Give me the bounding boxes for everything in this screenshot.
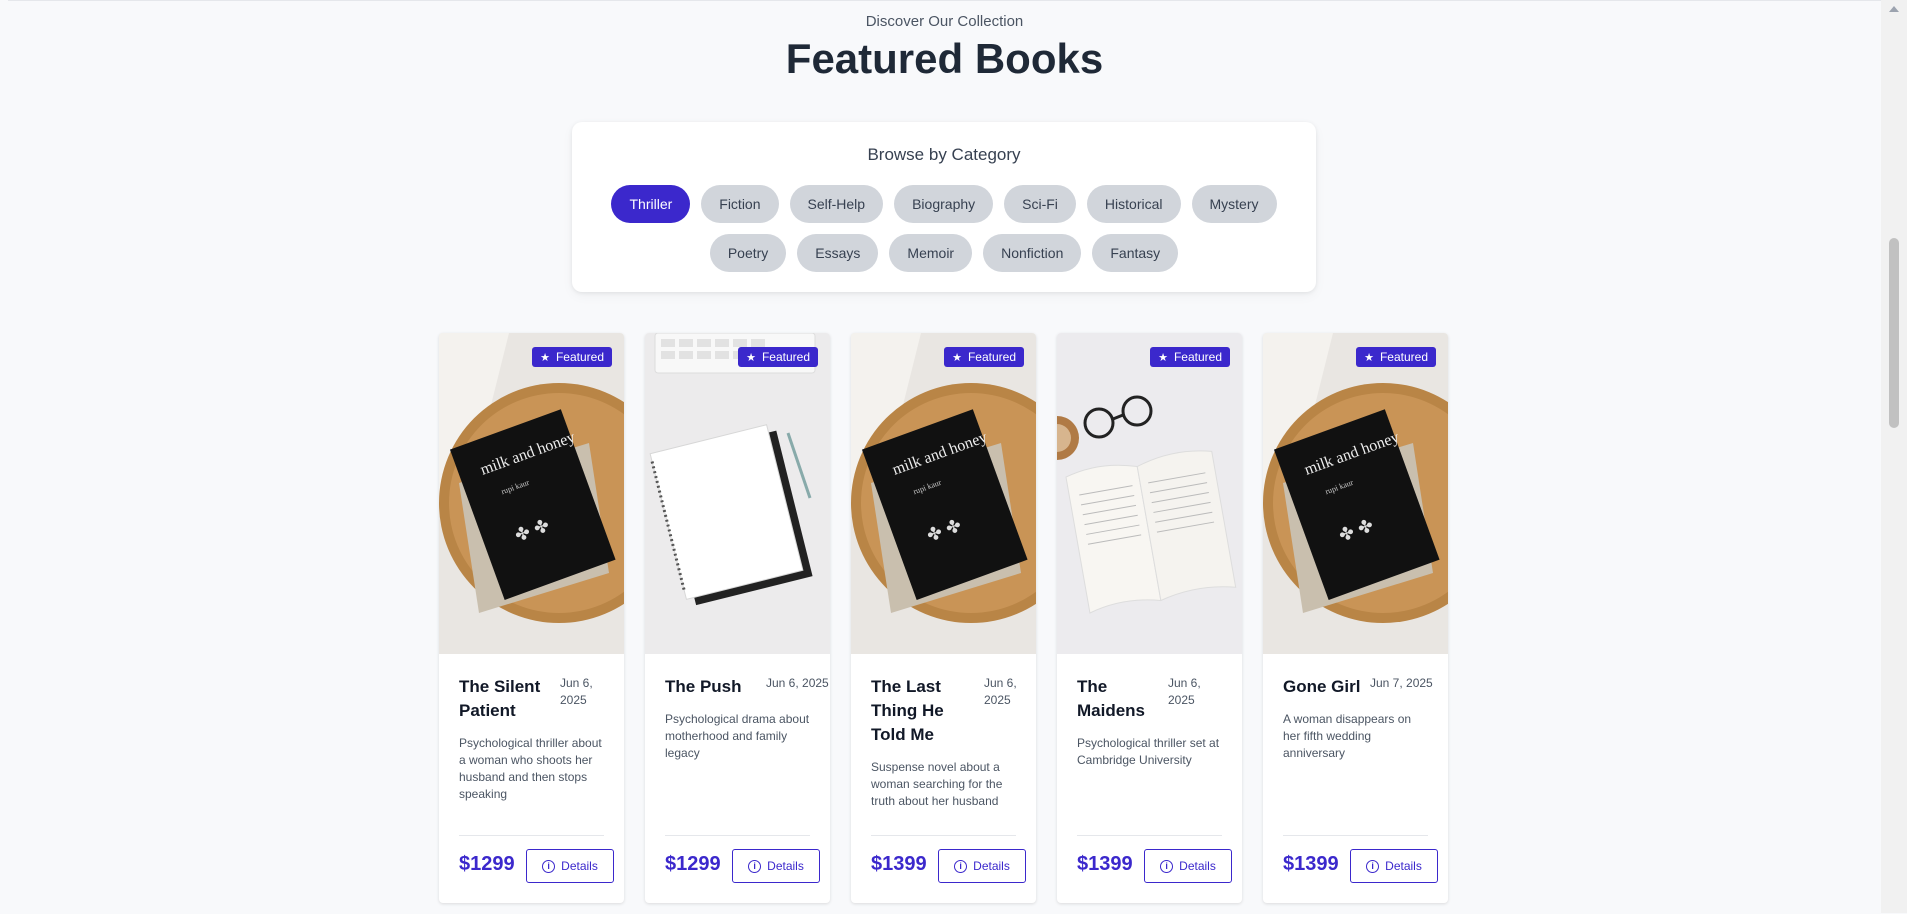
book-date: Jun 7, 2025 (1370, 676, 1433, 690)
book-card[interactable]: milk and honey rupi kaur ✤ ✤ ★ Featured … (851, 333, 1036, 903)
book-description: Psychological thriller about a woman who… (459, 736, 602, 801)
featured-badge: ★ Featured (1356, 347, 1436, 367)
card-divider (1283, 835, 1428, 836)
book-card[interactable]: milk and honey rupi kaur ✤ ✤ ★ Featured … (439, 333, 624, 903)
book-title[interactable]: The Silent Patient (459, 675, 559, 723)
book-price: $1299 (665, 853, 721, 875)
star-icon: ★ (1158, 351, 1168, 364)
details-button-label: Details (1385, 859, 1422, 873)
category-chip-fiction[interactable]: Fiction (701, 185, 779, 223)
category-chip-thriller[interactable]: Thriller (611, 185, 691, 223)
details-button[interactable]: i Details (938, 849, 1026, 883)
info-icon: i (542, 859, 556, 873)
category-chip-nonfiction[interactable]: Nonfiction (983, 234, 1082, 272)
featured-badge: ★ Featured (944, 347, 1024, 367)
book-price: $1399 (1077, 853, 1133, 875)
details-button[interactable]: i Details (1144, 849, 1232, 883)
featured-badge-label: Featured (1173, 350, 1222, 364)
star-icon: ★ (1364, 351, 1374, 364)
book-title[interactable]: Gone Girl (1283, 675, 1383, 699)
book-card[interactable]: ★ Featured The Maidens Jun 6, 2025 Psych… (1057, 333, 1242, 903)
book-date: Jun 6, 2025 (1168, 676, 1201, 707)
star-icon: ★ (540, 351, 550, 364)
card-divider (459, 835, 604, 836)
info-icon: i (1366, 859, 1380, 873)
category-chip-poetry[interactable]: Poetry (709, 234, 787, 272)
book-price: $1399 (1283, 853, 1339, 875)
book-date: Jun 6, 2025 (560, 676, 593, 707)
details-button-label: Details (973, 859, 1010, 873)
book-cover-image: milk and honey rupi kaur ✤ ✤ ★ Featured (1263, 333, 1448, 654)
category-row-1: Thriller Fiction Self-Help Biography Sci… (572, 185, 1316, 223)
category-panel: Browse by Category Thriller Fiction Self… (572, 122, 1316, 292)
book-description: Psychological drama about motherhood and… (665, 712, 810, 760)
book-description: Suspense novel about a woman searching f… (871, 760, 1003, 808)
book-title[interactable]: The Last Thing He Told Me (871, 675, 983, 747)
vertical-scrollbar[interactable] (1881, 0, 1907, 913)
category-chip-historical[interactable]: Historical (1086, 185, 1181, 223)
category-chip-sci-fi[interactable]: Sci-Fi (1004, 185, 1076, 223)
card-divider (871, 835, 1016, 836)
book-cover-image: ★ Featured (1057, 333, 1242, 654)
details-button-label: Details (561, 859, 598, 873)
featured-badge: ★ Featured (1150, 347, 1230, 367)
category-chip-mystery[interactable]: Mystery (1191, 185, 1277, 223)
book-card[interactable]: ★ Featured The Push Jun 6, 2025 Psycholo… (645, 333, 830, 903)
star-icon: ★ (746, 351, 756, 364)
details-button[interactable]: i Details (526, 849, 614, 883)
featured-badge-label: Featured (761, 350, 810, 364)
book-cover-image: ★ Featured (645, 333, 830, 654)
category-chip-fantasy[interactable]: Fantasy (1092, 234, 1179, 272)
page: Discover Our Collection Featured Books B… (8, 0, 1881, 914)
section-eyebrow: Discover Our Collection (865, 13, 1024, 30)
featured-badge: ★ Featured (532, 347, 612, 367)
book-price: $1299 (459, 853, 515, 875)
book-title[interactable]: The Maidens (1077, 675, 1157, 723)
details-button[interactable]: i Details (1350, 849, 1438, 883)
scroll-up-arrow-icon[interactable] (1889, 6, 1899, 12)
info-icon: i (954, 859, 968, 873)
card-divider (1077, 835, 1222, 836)
book-date: Jun 6, 2025 (984, 676, 1017, 707)
category-panel-title: Browse by Category (867, 145, 1021, 164)
featured-badge-label: Featured (967, 350, 1016, 364)
book-cover-image: milk and honey rupi kaur ✤ ✤ ★ Featured (851, 333, 1036, 654)
star-icon: ★ (952, 351, 962, 364)
details-button-label: Details (1179, 859, 1216, 873)
card-divider (665, 835, 810, 836)
featured-badge-label: Featured (1379, 350, 1428, 364)
book-card[interactable]: milk and honey rupi kaur ✤ ✤ ★ Featured … (1263, 333, 1448, 903)
featured-badge-label: Featured (555, 350, 604, 364)
book-description: A woman disappears on her fifth wedding … (1283, 712, 1412, 760)
details-button[interactable]: i Details (732, 849, 820, 883)
info-icon: i (1160, 859, 1174, 873)
book-description: Psychological thriller set at Cambridge … (1077, 736, 1220, 767)
book-cover-image: milk and honey rupi kaur ✤ ✤ ★ Featured (439, 333, 624, 654)
featured-badge: ★ Featured (738, 347, 818, 367)
info-icon: i (748, 859, 762, 873)
category-chip-essays[interactable]: Essays (797, 234, 879, 272)
category-chip-memoir[interactable]: Memoir (889, 234, 973, 272)
details-button-label: Details (767, 859, 804, 873)
page-title: Featured Books (785, 35, 1104, 82)
scrollbar-thumb[interactable] (1889, 238, 1899, 428)
category-chip-self-help[interactable]: Self-Help (789, 185, 884, 223)
book-title[interactable]: The Push (665, 675, 765, 699)
book-card-list: milk and honey rupi kaur ✤ ✤ ★ Featured … (439, 333, 1448, 903)
book-price: $1399 (871, 853, 927, 875)
category-row-2: Poetry Essays Memoir Nonfiction Fantasy (572, 234, 1316, 272)
book-date: Jun 6, 2025 (766, 676, 829, 690)
category-chip-biography[interactable]: Biography (894, 185, 994, 223)
